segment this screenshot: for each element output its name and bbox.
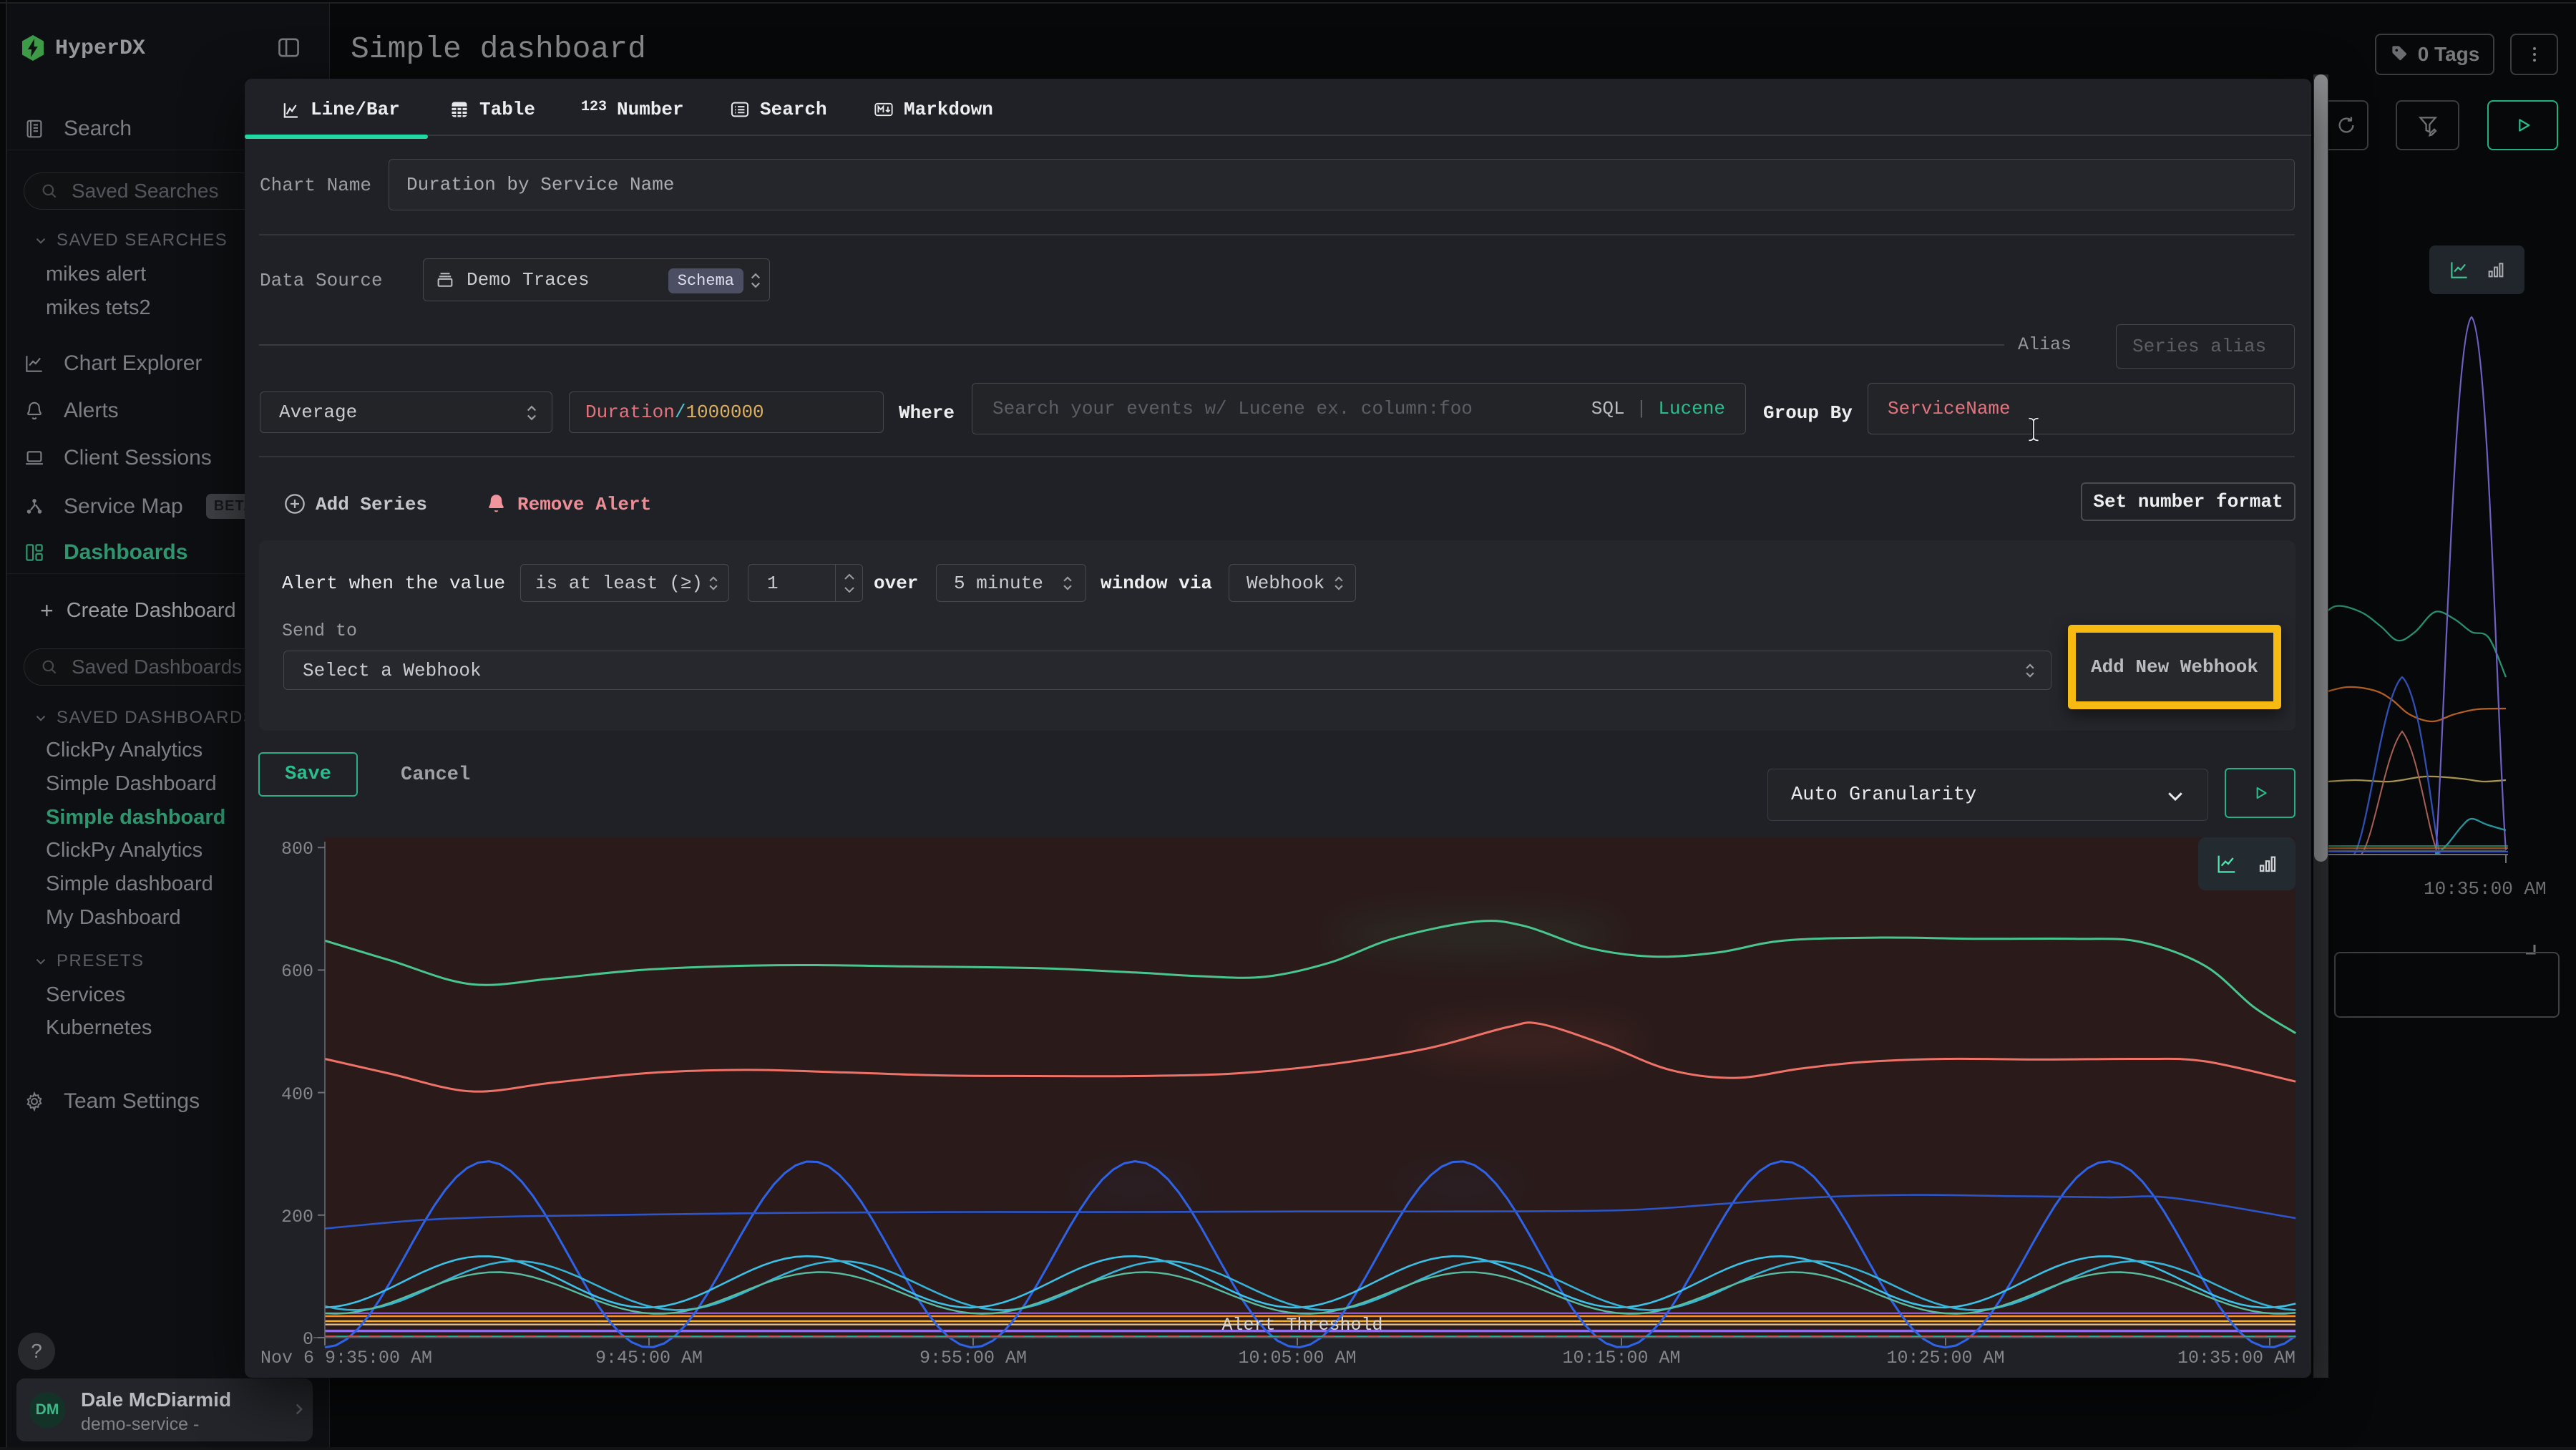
svg-text:600: 600 (281, 961, 313, 982)
svg-text:10:15:00 AM: 10:15:00 AM (1562, 1348, 1680, 1368)
svg-text:10:25:00 AM: 10:25:00 AM (1886, 1348, 2004, 1368)
svg-text:200: 200 (281, 1207, 313, 1227)
svg-text:Alert Threshold: Alert Threshold (1221, 1315, 1382, 1335)
svg-text:Nov 6 9:35:00 AM: Nov 6 9:35:00 AM (260, 1348, 432, 1368)
svg-text:10:05:00 AM: 10:05:00 AM (1238, 1348, 1356, 1368)
svg-text:800: 800 (281, 839, 313, 860)
svg-text:10:35:00 AM: 10:35:00 AM (2424, 878, 2547, 900)
svg-text:0: 0 (303, 1329, 313, 1350)
svg-text:10:35:00 AM: 10:35:00 AM (2177, 1348, 2296, 1368)
svg-text:9:55:00 AM: 9:55:00 AM (919, 1348, 1027, 1368)
svg-text:400: 400 (281, 1084, 313, 1105)
svg-text:9:45:00 AM: 9:45:00 AM (595, 1348, 703, 1368)
